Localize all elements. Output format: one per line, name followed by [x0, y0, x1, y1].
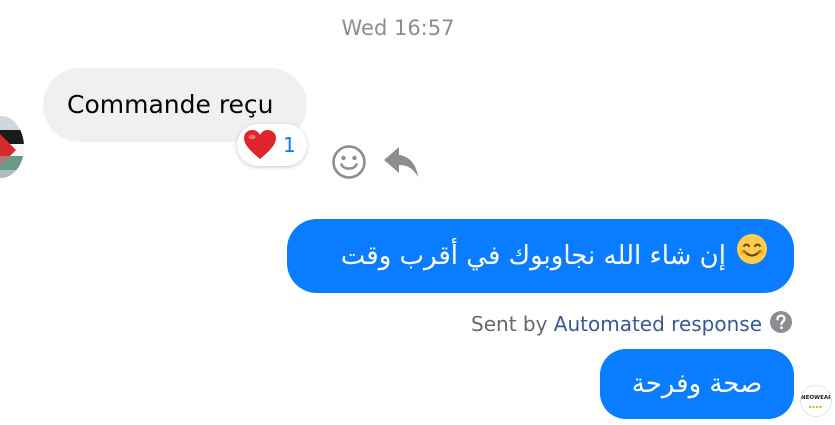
reply-icon: [384, 147, 418, 177]
smiley-icon: [332, 145, 366, 179]
brand-logo-text: NEOWEAR: [801, 395, 832, 401]
incoming-message-text: Commande reçu: [67, 90, 274, 119]
sent-by-prefix: Sent by: [471, 312, 548, 336]
brand-avatar[interactable]: NEOWEAR: [800, 385, 832, 417]
reply-button[interactable]: [382, 144, 420, 184]
stars-icon: [808, 405, 822, 409]
message-reaction[interactable]: 1: [237, 124, 307, 166]
message-timestamp: Wed 16:57: [341, 16, 455, 40]
sent-by-label: Sent by Automated response: [471, 312, 762, 336]
help-button[interactable]: [770, 311, 792, 333]
question-mark-icon: [770, 311, 792, 333]
smiling-face-icon: [736, 220, 768, 294]
outgoing-message-text: إن شاء الله نجاوبوك في أقرب وقت: [340, 241, 726, 271]
automated-response-link[interactable]: Automated response: [554, 312, 762, 336]
outgoing-message-bubble[interactable]: إن شاء الله نجاوبوك في أقرب وقت: [287, 219, 794, 293]
outgoing-message-text: صحة وفرحة: [631, 369, 763, 399]
react-button[interactable]: [331, 144, 367, 184]
outgoing-message-bubble[interactable]: صحة وفرحة: [600, 349, 794, 419]
heart-icon: [244, 130, 276, 159]
sender-avatar[interactable]: [0, 116, 24, 178]
reaction-count: 1: [283, 133, 296, 157]
